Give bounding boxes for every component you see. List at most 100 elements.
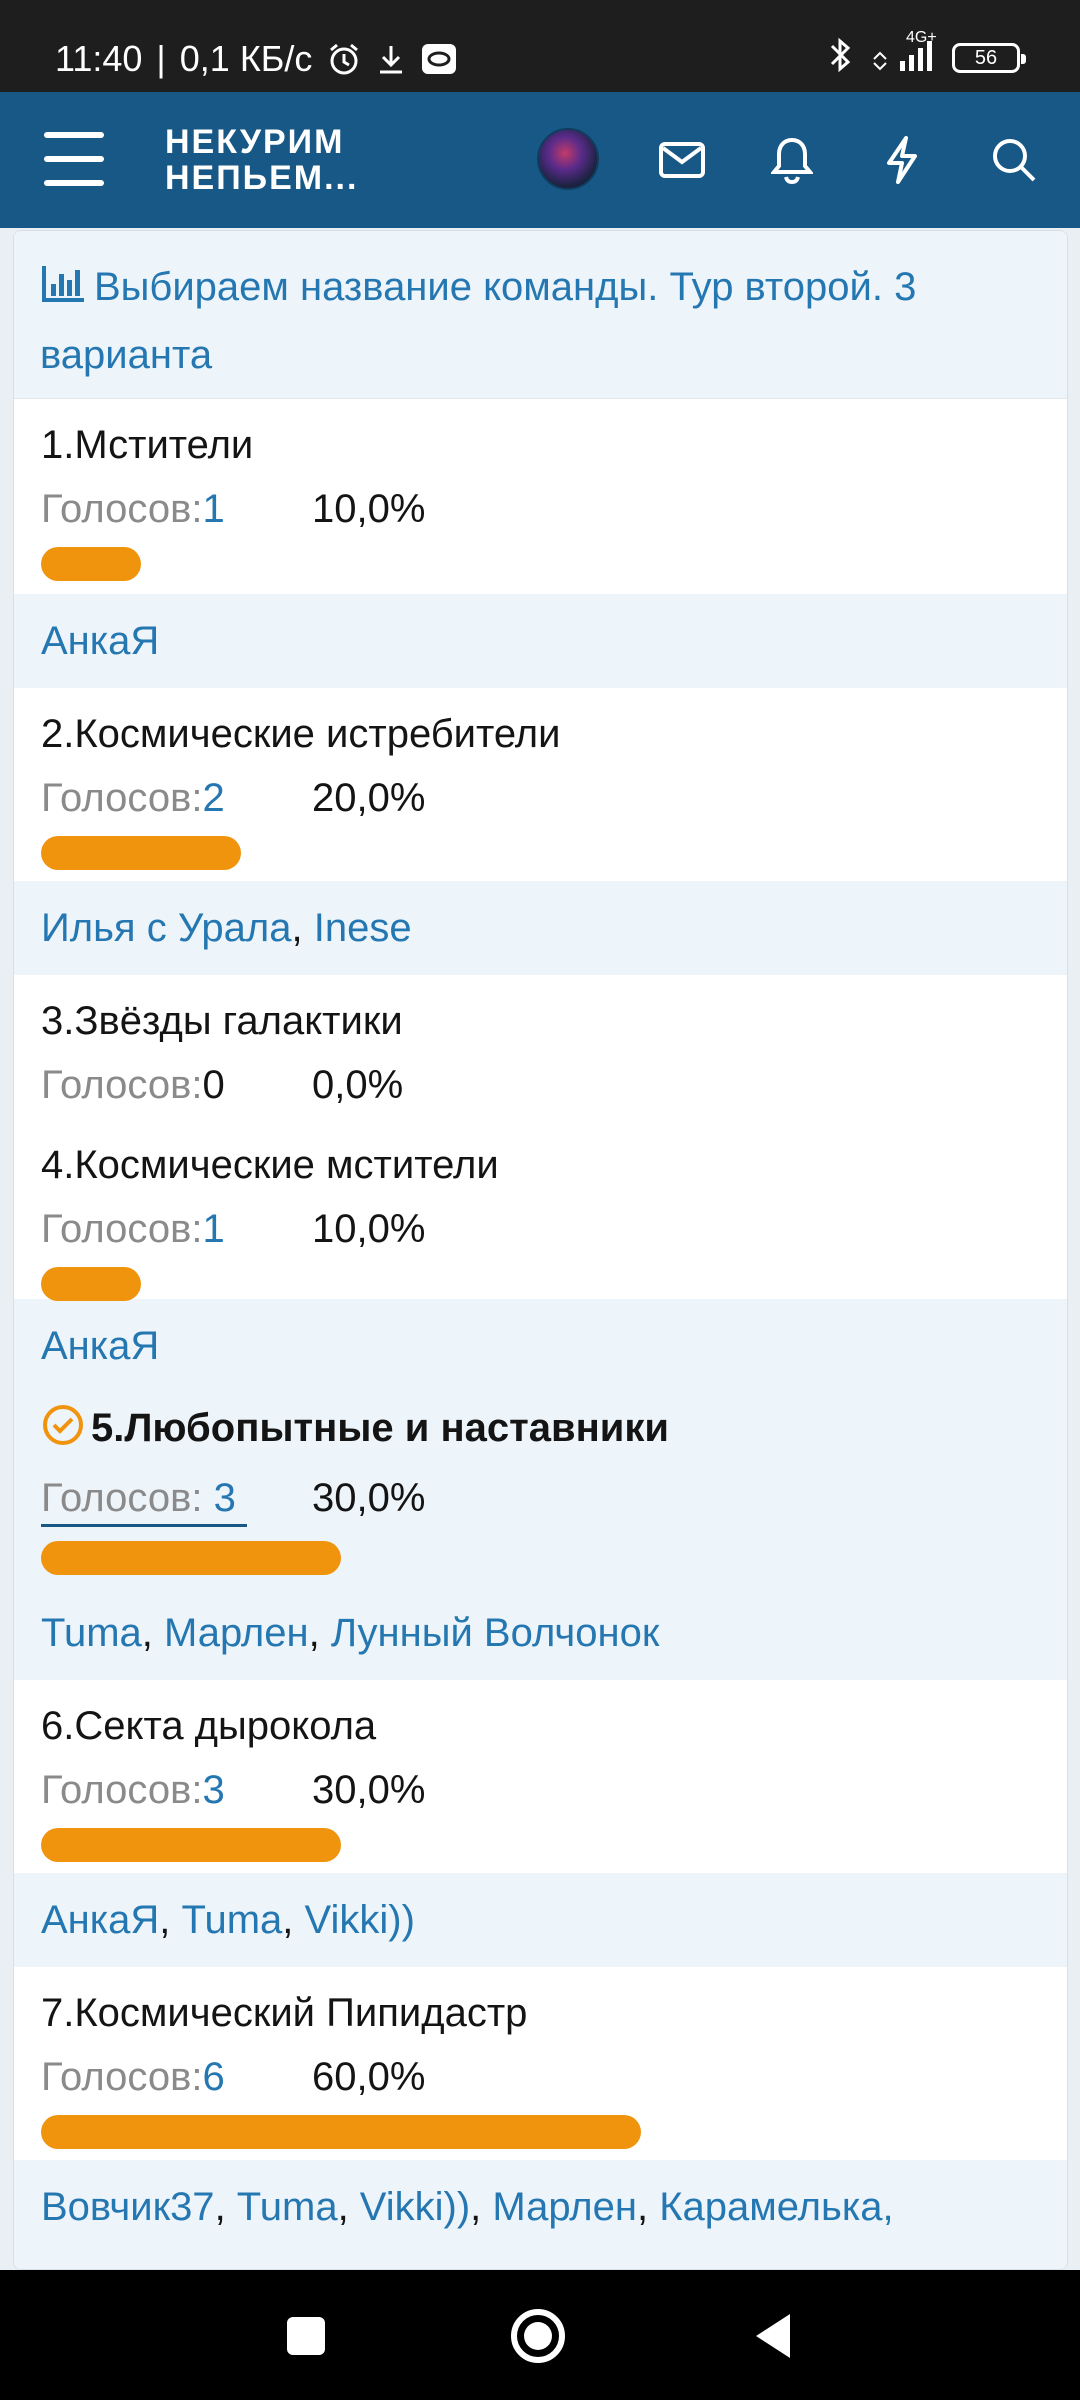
- voter-link[interactable]: Вовчик37: [41, 2185, 215, 2229]
- poll-option-6: 6.Секта дырокола Голосов: 3 30,0%: [14, 1680, 1067, 1873]
- voter-link[interactable]: Tuma: [237, 2185, 338, 2229]
- poll-option-5: 5.Любопытные и наставники Голосов: 3 30,…: [14, 1393, 1067, 1586]
- vote-bar: [41, 2115, 641, 2149]
- search-icon[interactable]: [988, 134, 1040, 186]
- voter-link[interactable]: АнкаЯ: [41, 619, 159, 663]
- poll-title-bar: Выбираем название команды. Тур второй. 3…: [14, 231, 1067, 399]
- votes-label: Голосов:: [41, 2055, 203, 2099]
- alarm-icon: [326, 41, 362, 77]
- network-type: 4G+: [906, 29, 937, 46]
- poll-option-4: 4.Космические мстители Голосов: 1 10,0%: [14, 1119, 1067, 1301]
- votes-count-link[interactable]: 2: [202, 774, 224, 822]
- poll-card: Выбираем название команды. Тур второй. 3…: [13, 230, 1068, 2270]
- network-speed: 0,1 КБ/с: [179, 38, 313, 79]
- voter-link[interactable]: Марлен: [492, 2185, 637, 2229]
- logo-line-1: НЕКУРИМ: [165, 123, 345, 161]
- bluetooth-icon: [826, 36, 854, 79]
- option-name: 5.Любопытные и наставники: [91, 1406, 669, 1450]
- bell-icon[interactable]: [766, 134, 818, 186]
- user-avatar[interactable]: [537, 128, 599, 190]
- option-name: 3.Звёзды галактики: [41, 999, 403, 1043]
- votes-count: 3: [213, 1476, 236, 1520]
- voter-separator: ,: [282, 1898, 305, 1942]
- logo-line-2: НЕПЬЕМ...: [165, 159, 359, 197]
- download-icon: [376, 42, 406, 76]
- inbox-icon[interactable]: [656, 134, 708, 186]
- voter-link[interactable]: Vikki)): [305, 1898, 415, 1942]
- votes-count-link[interactable]: Голосов: 3: [41, 1474, 247, 1527]
- poll-option-3: 3.Звёзды галактики Голосов: 0 0,0%: [14, 975, 1067, 1119]
- option-stats: Голосов: 2 20,0%: [41, 774, 1040, 822]
- option-stats: Голосов: 1 10,0%: [41, 1205, 1040, 1253]
- menu-icon[interactable]: [44, 132, 104, 188]
- voter-separator: ,: [214, 2185, 237, 2229]
- option-name-row: 5.Любопытные и наставники: [41, 1393, 1040, 1458]
- voter-separator: ,: [636, 2185, 660, 2229]
- clock: 11:40: [55, 38, 143, 79]
- voters-list: АнкаЯ: [14, 594, 1067, 688]
- poll-option-7: 7.Космический Пипидастр Голосов: 6 60,0%: [14, 1967, 1067, 2160]
- vote-bar: [41, 836, 241, 870]
- votes-label: Голосов:: [41, 1063, 203, 1107]
- voter-link[interactable]: Vikki)): [360, 2185, 470, 2229]
- voter-link[interactable]: Илья с Урала: [41, 906, 292, 950]
- votes-count-link[interactable]: 1: [202, 1205, 224, 1253]
- app-header: НЕКУРИМ НЕПЬЕМ...: [0, 92, 1080, 228]
- screen-record-icon: [420, 42, 458, 76]
- site-logo[interactable]: НЕКУРИМ НЕПЬЕМ...: [165, 124, 358, 196]
- votes-label: Голосов:: [41, 1476, 214, 1520]
- voter-separator: ,: [308, 1611, 331, 1655]
- votes-percent: 0,0%: [312, 1063, 404, 1107]
- votes-count-link[interactable]: 1: [202, 485, 224, 533]
- voted-check-icon: [41, 1403, 85, 1458]
- voters-list: АнкаЯ, Tuma, Vikki)): [14, 1873, 1067, 1967]
- voters-list: АнкаЯ: [14, 1299, 1067, 1393]
- voters-list: Илья с Урала, Inese: [14, 881, 1067, 975]
- option-stats: Голосов: 6 60,0%: [41, 2053, 1040, 2101]
- voter-link[interactable]: Карамелька,: [659, 2185, 893, 2229]
- option-stats: Голосов: 3 30,0%: [41, 1474, 1040, 1527]
- votes-count-link[interactable]: 3: [202, 1766, 224, 1814]
- voter-link[interactable]: АнкаЯ: [41, 1898, 159, 1942]
- votes-percent: 10,0%: [312, 487, 426, 531]
- votes-percent: 30,0%: [312, 1476, 426, 1520]
- voter-link[interactable]: Inese: [314, 906, 412, 950]
- voter-separator: ,: [159, 1898, 182, 1942]
- lightning-icon[interactable]: [876, 134, 928, 186]
- option-name: 1.Мстители: [41, 423, 254, 467]
- votes-count-link[interactable]: 6: [202, 2053, 224, 2101]
- voter-link[interactable]: Марлен: [164, 1611, 309, 1655]
- system-nav-bar: [0, 2270, 1080, 2400]
- option-name: 7.Космический Пипидастр: [41, 1991, 528, 2035]
- poll-title: Выбираем название команды. Тур второй. 3…: [40, 265, 917, 377]
- voter-separator: ,: [470, 2185, 493, 2229]
- voter-link[interactable]: Tuma: [41, 1611, 142, 1655]
- votes-percent: 60,0%: [312, 2055, 426, 2099]
- voter-separator: ,: [291, 906, 314, 950]
- bar-chart-icon: [40, 259, 86, 323]
- votes-count: 0: [202, 1063, 225, 1107]
- votes-label: Голосов:: [41, 776, 203, 820]
- votes-label: Голосов:: [41, 1207, 203, 1251]
- voter-link[interactable]: Tuma: [182, 1898, 283, 1942]
- voter-separator: ,: [337, 2185, 360, 2229]
- votes-label: Голосов:: [41, 487, 203, 531]
- voter-separator: ,: [141, 1611, 164, 1655]
- status-bar: 11:40 | 0,1 КБ/с 4G+ 56: [0, 0, 1080, 92]
- option-stats: Голосов: 0 0,0%: [41, 1061, 1040, 1109]
- option-stats: Голосов: 1 10,0%: [41, 485, 1040, 533]
- voter-link[interactable]: АнкаЯ: [41, 1324, 159, 1368]
- option-name: 2.Космические истребители: [41, 712, 561, 756]
- recents-button[interactable]: [276, 2306, 336, 2366]
- vote-bar: [41, 1828, 341, 1862]
- home-button[interactable]: [508, 2306, 568, 2366]
- vote-bar: [41, 1267, 141, 1301]
- votes-label: Голосов:: [41, 1768, 203, 1812]
- signal-icon: 4G+: [870, 30, 937, 78]
- option-name: 6.Секта дырокола: [41, 1704, 377, 1748]
- voters-list: Вовчик37, Tuma, Vikki)), Марлен, Карамел…: [14, 2160, 1067, 2269]
- voter-link[interactable]: Лунный Волчонок: [331, 1611, 660, 1655]
- status-separator: |: [156, 38, 166, 79]
- option-name: 4.Космические мстители: [41, 1143, 499, 1187]
- back-button[interactable]: [744, 2306, 804, 2366]
